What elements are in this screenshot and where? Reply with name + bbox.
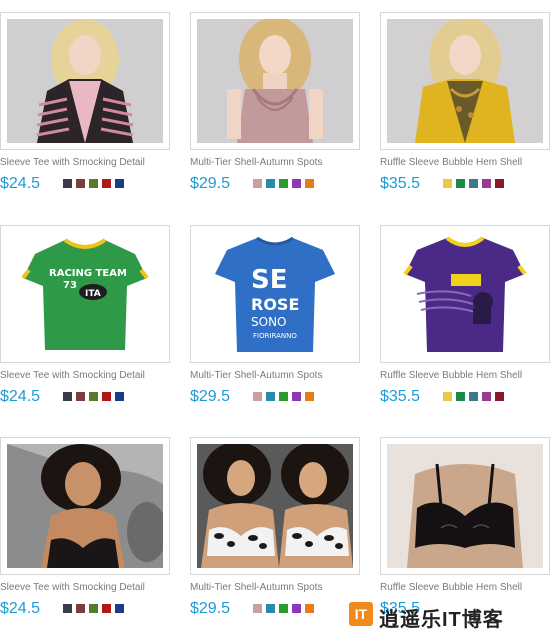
color-swatch[interactable] [305, 179, 314, 188]
product-image[interactable] [7, 19, 163, 143]
product-image-frame[interactable] [380, 225, 550, 363]
color-swatch[interactable] [266, 392, 275, 401]
product-title[interactable]: Multi-Tier Shell-Autumn Spots [190, 370, 365, 381]
product-image[interactable] [7, 444, 163, 568]
color-swatch[interactable] [482, 392, 491, 401]
product-image[interactable] [387, 19, 543, 143]
product-title[interactable]: Sleeve Tee with Smocking Detail [0, 157, 175, 168]
color-swatch[interactable] [292, 392, 301, 401]
product-image-frame[interactable]: RACING TEAM 73 ITA [0, 225, 170, 363]
product-image-frame[interactable] [190, 437, 360, 575]
product-image[interactable]: SE ROSE SONO FIORIRANNO [197, 232, 353, 356]
product-grid: Sleeve Tee with Smocking Detail $24.5 Mu… [0, 0, 550, 632]
product-price: $24.5 [0, 175, 41, 192]
product-image-frame[interactable] [380, 437, 550, 575]
color-swatch[interactable] [443, 392, 452, 401]
color-swatches [63, 392, 128, 401]
product-image-frame[interactable] [0, 12, 170, 150]
color-swatch[interactable] [76, 604, 85, 613]
color-swatch[interactable] [89, 604, 98, 613]
color-swatches [253, 392, 318, 401]
color-swatch[interactable] [279, 392, 288, 401]
color-swatch[interactable] [279, 604, 288, 613]
color-swatch[interactable] [292, 179, 301, 188]
color-swatch[interactable] [279, 179, 288, 188]
color-swatch[interactable] [102, 179, 111, 188]
it-logo-icon: IT [349, 602, 373, 626]
color-swatch[interactable] [115, 392, 124, 401]
product-price: $29.5 [190, 600, 231, 617]
color-swatch[interactable] [89, 179, 98, 188]
color-swatch[interactable] [469, 179, 478, 188]
color-swatch[interactable] [305, 604, 314, 613]
product-image-frame[interactable]: SE ROSE SONO FIORIRANNO [190, 225, 360, 363]
color-swatch[interactable] [63, 179, 72, 188]
product-price: $29.5 [190, 175, 231, 192]
color-swatch[interactable] [482, 179, 491, 188]
tee-racing-number: 73 [63, 280, 77, 291]
color-swatch[interactable] [456, 179, 465, 188]
site-watermark: IT 逍遥乐IT博客 [349, 600, 549, 631]
product-image[interactable]: RACING TEAM 73 ITA [7, 232, 163, 356]
product-price: $35.5 [380, 388, 421, 405]
color-swatch[interactable] [253, 392, 262, 401]
color-swatch[interactable] [266, 604, 275, 613]
product-title[interactable]: Sleeve Tee with Smocking Detail [0, 582, 175, 593]
tee-racing-team-text: RACING TEAM [49, 268, 127, 279]
product-title[interactable]: Sleeve Tee with Smocking Detail [0, 370, 175, 381]
color-swatch[interactable] [469, 392, 478, 401]
color-swatch[interactable] [495, 392, 504, 401]
color-swatches [63, 604, 128, 613]
color-swatch[interactable] [305, 392, 314, 401]
color-swatch[interactable] [63, 604, 72, 613]
color-swatch[interactable] [253, 604, 262, 613]
product-image-frame[interactable] [0, 437, 170, 575]
color-swatch[interactable] [89, 392, 98, 401]
color-swatch[interactable] [76, 392, 85, 401]
product-price: $24.5 [0, 388, 41, 405]
product-price: $35.5 [380, 175, 421, 192]
color-swatch[interactable] [443, 179, 452, 188]
product-image[interactable] [387, 232, 543, 356]
color-swatch[interactable] [292, 604, 301, 613]
product-image-frame[interactable] [380, 12, 550, 150]
color-swatch[interactable] [115, 604, 124, 613]
product-image-frame[interactable] [190, 12, 360, 150]
product-price: $29.5 [190, 388, 231, 405]
product-price: $24.5 [0, 600, 41, 617]
color-swatch[interactable] [63, 392, 72, 401]
product-image[interactable] [387, 444, 543, 568]
color-swatch[interactable] [102, 392, 111, 401]
color-swatches [63, 179, 128, 188]
tee-slogan-line-1: SE [251, 265, 288, 295]
tee-slogan-line-4: FIORIRANNO [253, 332, 297, 340]
color-swatches [253, 179, 318, 188]
product-title[interactable]: Ruffle Sleeve Bubble Hem Shell [380, 157, 550, 168]
color-swatches [443, 392, 508, 401]
product-image[interactable] [197, 444, 353, 568]
color-swatches [253, 604, 318, 613]
product-title[interactable]: Multi-Tier Shell-Autumn Spots [190, 157, 365, 168]
color-swatch[interactable] [102, 604, 111, 613]
color-swatch[interactable] [76, 179, 85, 188]
tee-slogan-line-3: SONO [251, 315, 286, 329]
watermark-text: 逍遥乐IT博客 [379, 609, 504, 631]
color-swatch[interactable] [266, 179, 275, 188]
product-image[interactable] [197, 19, 353, 143]
color-swatches [443, 179, 508, 188]
tee-racing-badge: ITA [85, 289, 101, 299]
product-title[interactable]: Multi-Tier Shell-Autumn Spots [190, 582, 365, 593]
product-title[interactable]: Ruffle Sleeve Bubble Hem Shell [380, 582, 550, 593]
product-title[interactable]: Ruffle Sleeve Bubble Hem Shell [380, 370, 550, 381]
color-swatch[interactable] [115, 179, 124, 188]
tee-slogan-line-2: ROSE [251, 295, 299, 314]
color-swatch[interactable] [495, 179, 504, 188]
color-swatch[interactable] [456, 392, 465, 401]
color-swatch[interactable] [253, 179, 262, 188]
